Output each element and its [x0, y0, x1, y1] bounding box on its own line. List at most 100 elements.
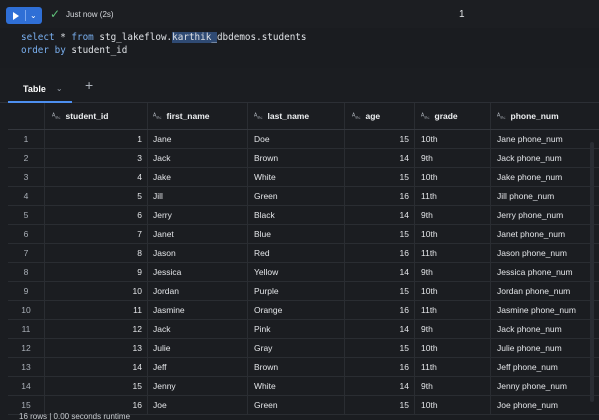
cell-last-name[interactable]: Green [248, 396, 345, 414]
code-line-2[interactable]: order by student_id [21, 45, 127, 56]
cell-grade[interactable]: 10th [415, 282, 491, 300]
cell-student-id[interactable]: 10 [45, 282, 148, 300]
cell-grade[interactable]: 10th [415, 130, 491, 148]
code-editor[interactable]: select * from stg_lakeflow.karthik_dbdem… [0, 28, 599, 68]
table-row[interactable]: 5 6 Jerry Black 14 9th Jerry phone_num [8, 206, 599, 225]
cell-last-name[interactable]: Purple [248, 282, 345, 300]
cell-first-name[interactable]: Jerry [148, 206, 248, 224]
cell-grade[interactable]: 10th [415, 339, 491, 357]
cell-first-name[interactable]: Jason [148, 244, 248, 262]
cell-first-name[interactable]: Joe [148, 396, 248, 414]
cell-first-name[interactable]: Julie [148, 339, 248, 357]
cell-age[interactable]: 15 [345, 339, 415, 357]
cell-phone-num[interactable]: Jack phone_num [491, 320, 599, 338]
cell-student-id[interactable]: 12 [45, 320, 148, 338]
table-row[interactable]: 3 4 Jake White 15 10th Jake phone_num [8, 168, 599, 187]
cell-last-name[interactable]: Pink [248, 320, 345, 338]
cell-last-name[interactable]: Black [248, 206, 345, 224]
cell-age[interactable]: 15 [345, 168, 415, 186]
chevron-down-icon[interactable]: ⌄ [56, 84, 63, 93]
column-header-first-name[interactable]: ᴬ₈꜀ first_name [148, 103, 248, 129]
cell-phone-num[interactable]: Jenny phone_num [491, 377, 599, 395]
cell-student-id[interactable]: 11 [45, 301, 148, 319]
cell-age[interactable]: 16 [345, 301, 415, 319]
table-row[interactable]: 9 10 Jordan Purple 15 10th Jordan phone_num [8, 282, 599, 301]
cell-phone-num[interactable]: Jack phone_num [491, 149, 599, 167]
cell-first-name[interactable]: Jenny [148, 377, 248, 395]
code-line-1[interactable]: select * from stg_lakeflow.karthik_dbdem… [21, 32, 307, 43]
cell-grade[interactable]: 11th [415, 358, 491, 376]
cell-first-name[interactable]: Jasmine [148, 301, 248, 319]
column-header-student-id[interactable]: ᴬ₈꜀ student_id [45, 103, 148, 129]
cell-age[interactable]: 16 [345, 244, 415, 262]
cell-grade[interactable]: 11th [415, 301, 491, 319]
cell-age[interactable]: 14 [345, 206, 415, 224]
cell-age[interactable]: 15 [345, 130, 415, 148]
cell-age[interactable]: 16 [345, 187, 415, 205]
cell-last-name[interactable]: Blue [248, 225, 345, 243]
vertical-scrollbar[interactable] [590, 142, 594, 402]
cell-grade[interactable]: 9th [415, 149, 491, 167]
cell-first-name[interactable]: Jane [148, 130, 248, 148]
chevron-down-icon[interactable]: ⌄ [30, 11, 37, 20]
cell-phone-num[interactable]: Jasmine phone_num [491, 301, 599, 319]
cell-student-id[interactable]: 8 [45, 244, 148, 262]
table-row[interactable]: 13 14 Jeff Brown 16 11th Jeff phone_num [8, 358, 599, 377]
cell-phone-num[interactable]: Julie phone_num [491, 339, 599, 357]
table-row[interactable]: 2 3 Jack Brown 14 9th Jack phone_num [8, 149, 599, 168]
cell-first-name[interactable]: Jack [148, 149, 248, 167]
cell-grade[interactable]: 9th [415, 206, 491, 224]
cell-phone-num[interactable]: Jordan phone_num [491, 282, 599, 300]
cell-phone-num[interactable]: Jake phone_num [491, 168, 599, 186]
cell-last-name[interactable]: Green [248, 187, 345, 205]
table-row[interactable]: 1 1 Jane Doe 15 10th Jane phone_num [8, 130, 599, 149]
cell-last-name[interactable]: Yellow [248, 263, 345, 281]
cell-grade[interactable]: 9th [415, 377, 491, 395]
tab-table[interactable]: Table ⌄ [8, 76, 72, 103]
cell-student-id[interactable]: 15 [45, 377, 148, 395]
table-row[interactable]: 4 5 Jill Green 16 11th Jill phone_num [8, 187, 599, 206]
cell-age[interactable]: 16 [345, 358, 415, 376]
cell-grade[interactable]: 10th [415, 396, 491, 414]
cell-phone-num[interactable]: Jill phone_num [491, 187, 599, 205]
cell-phone-num[interactable]: Joe phone_num [491, 396, 599, 414]
table-row[interactable]: 14 15 Jenny White 14 9th Jenny phone_num [8, 377, 599, 396]
cell-age[interactable]: 15 [345, 225, 415, 243]
cell-first-name[interactable]: Jill [148, 187, 248, 205]
cell-student-id[interactable]: 5 [45, 187, 148, 205]
cell-age[interactable]: 14 [345, 320, 415, 338]
cell-phone-num[interactable]: Jessica phone_num [491, 263, 599, 281]
table-row[interactable]: 7 8 Jason Red 16 11th Jason phone_num [8, 244, 599, 263]
cell-student-id[interactable]: 7 [45, 225, 148, 243]
cell-first-name[interactable]: Jordan [148, 282, 248, 300]
cell-first-name[interactable]: Jessica [148, 263, 248, 281]
cell-first-name[interactable]: Jack [148, 320, 248, 338]
column-header-last-name[interactable]: ᴬ₈꜀ last_name [248, 103, 345, 129]
cell-last-name[interactable]: White [248, 377, 345, 395]
cell-phone-num[interactable]: Jeff phone_num [491, 358, 599, 376]
cell-age[interactable]: 14 [345, 377, 415, 395]
cell-student-id[interactable]: 14 [45, 358, 148, 376]
table-row[interactable]: 11 12 Jack Pink 14 9th Jack phone_num [8, 320, 599, 339]
table-row[interactable]: 10 11 Jasmine Orange 16 11th Jasmine phone_num [8, 301, 599, 320]
cell-student-id[interactable]: 4 [45, 168, 148, 186]
cell-last-name[interactable]: Gray [248, 339, 345, 357]
cell-student-id[interactable]: 9 [45, 263, 148, 281]
cell-first-name[interactable]: Janet [148, 225, 248, 243]
cell-student-id[interactable]: 3 [45, 149, 148, 167]
cell-age[interactable]: 15 [345, 282, 415, 300]
cell-phone-num[interactable]: Jane phone_num [491, 130, 599, 148]
column-header-age[interactable]: ᴬ₈꜀ age [345, 103, 415, 129]
cell-grade[interactable]: 9th [415, 320, 491, 338]
cell-first-name[interactable]: Jeff [148, 358, 248, 376]
table-row[interactable]: 6 7 Janet Blue 15 10th Janet phone_num [8, 225, 599, 244]
cell-grade[interactable]: 10th [415, 225, 491, 243]
cell-age[interactable]: 15 [345, 396, 415, 414]
cell-grade[interactable]: 11th [415, 244, 491, 262]
cell-student-id[interactable]: 13 [45, 339, 148, 357]
cell-phone-num[interactable]: Janet phone_num [491, 225, 599, 243]
cell-grade[interactable]: 11th [415, 187, 491, 205]
cell-first-name[interactable]: Jake [148, 168, 248, 186]
add-tab-plus-icon[interactable]: + [85, 78, 93, 92]
cell-phone-num[interactable]: Jason phone_num [491, 244, 599, 262]
